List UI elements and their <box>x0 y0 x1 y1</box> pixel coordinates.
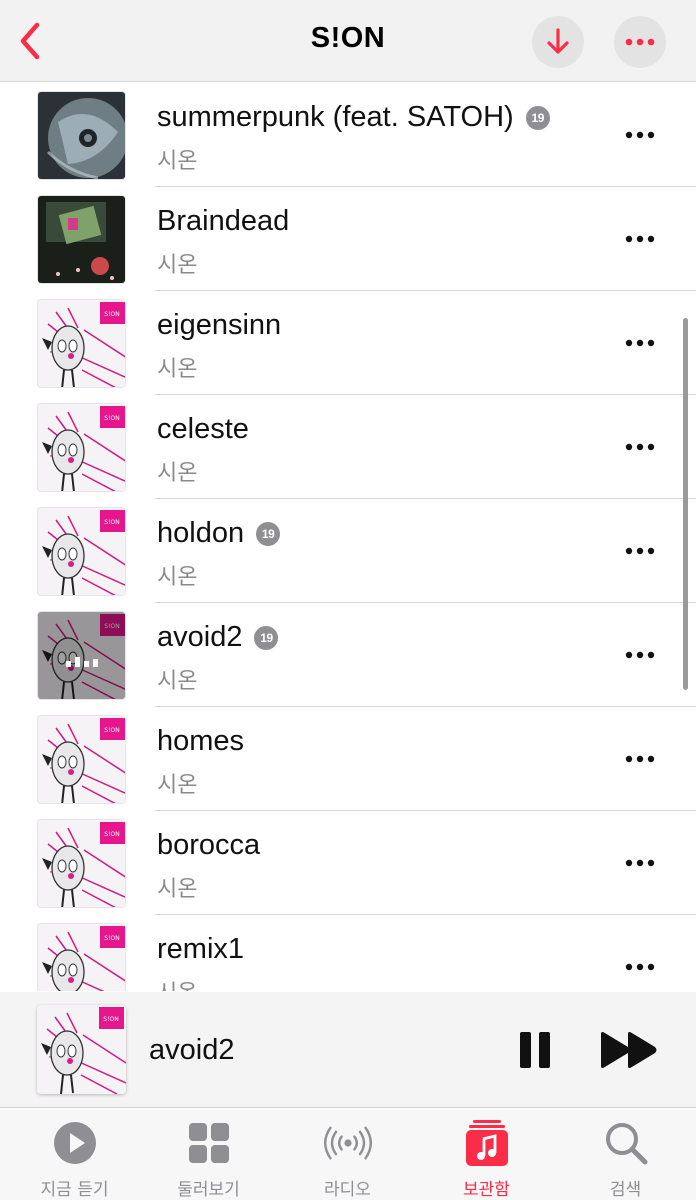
navigation-header: S!ON <box>0 0 696 82</box>
ellipsis-icon <box>625 235 655 243</box>
track-title: holdon 19 <box>157 517 281 550</box>
track-title: remix1 <box>157 933 245 965</box>
track-artwork <box>37 507 126 596</box>
tab-radio[interactable]: 라디오 <box>278 1109 417 1200</box>
tab-bar: 지금 듣기 둘러보기 라디오 보관함 검색 <box>0 1109 696 1200</box>
track-more-button[interactable] <box>616 533 664 569</box>
track-row[interactable]: celeste 시온 <box>0 395 696 499</box>
search-icon <box>602 1119 650 1167</box>
ellipsis-icon <box>625 547 655 555</box>
track-row[interactable]: homes 시온 <box>0 707 696 811</box>
track-row[interactable]: eigensinn 시온 <box>0 291 696 395</box>
track-title: Braindead <box>157 205 290 237</box>
track-row[interactable]: holdon 19 시온 <box>0 499 696 603</box>
track-more-button[interactable] <box>616 845 664 881</box>
track-title: avoid2 19 <box>157 621 279 654</box>
download-button[interactable] <box>532 16 584 68</box>
track-artist: 시온 <box>157 877 198 902</box>
tab-browse[interactable]: 둘러보기 <box>139 1109 278 1200</box>
ellipsis-icon <box>625 38 655 46</box>
track-list: summerpunk (feat. SATOH) 19 시온 Braindead <box>0 83 696 991</box>
tab-listen-now[interactable]: 지금 듣기 <box>5 1109 144 1200</box>
ellipsis-icon <box>625 755 655 763</box>
track-artwork <box>37 403 126 492</box>
track-more-button[interactable] <box>616 429 664 465</box>
tab-label: 라디오 <box>324 1180 371 1200</box>
pause-button[interactable] <box>515 1028 555 1072</box>
track-artist: 시온 <box>157 975 197 991</box>
track-more-button[interactable] <box>616 637 664 673</box>
track-title: homes <box>157 725 245 757</box>
forward-icon <box>601 1032 657 1068</box>
track-artist: 시온 <box>157 669 198 694</box>
track-artwork <box>37 715 126 804</box>
track-artist: 시온 <box>157 773 198 798</box>
track-more-button[interactable] <box>616 949 664 985</box>
mini-player-artwork <box>37 1005 126 1094</box>
mini-player-title: avoid2 <box>149 1034 235 1066</box>
explicit-badge: 19 <box>256 521 281 546</box>
track-row[interactable]: remix1 시온 <box>0 915 696 991</box>
tab-label: 보관함 <box>463 1180 510 1200</box>
ellipsis-icon <box>625 131 655 139</box>
grid-icon <box>185 1119 233 1167</box>
ellipsis-icon <box>625 859 655 867</box>
track-artist: 시온 <box>157 357 198 382</box>
track-artwork <box>37 91 126 180</box>
play-circle-icon <box>51 1119 99 1167</box>
pause-icon <box>520 1032 550 1068</box>
now-playing-equalizer-icon <box>66 657 98 667</box>
track-title: eigensinn <box>157 309 282 341</box>
tab-library[interactable]: 보관함 <box>417 1109 556 1200</box>
track-artist: 시온 <box>157 149 198 174</box>
track-artwork <box>37 611 126 700</box>
skip-forward-button[interactable] <box>598 1028 660 1072</box>
track-title: summerpunk (feat. SATOH) 19 <box>157 101 550 134</box>
track-artist: 시온 <box>157 253 198 278</box>
arrow-down-icon <box>547 28 569 54</box>
track-artist: 시온 <box>157 461 198 486</box>
track-more-button[interactable] <box>616 325 664 361</box>
library-icon <box>463 1119 511 1167</box>
track-row[interactable]: borocca 시온 <box>0 811 696 915</box>
mini-player[interactable]: avoid2 <box>0 992 696 1108</box>
track-more-button[interactable] <box>616 221 664 257</box>
track-row[interactable]: Braindead 시온 <box>0 187 696 291</box>
ellipsis-icon <box>625 339 655 347</box>
scrollbar[interactable] <box>683 318 688 690</box>
track-artwork <box>37 299 126 388</box>
track-row[interactable]: summerpunk (feat. SATOH) 19 시온 <box>0 83 696 187</box>
track-title: celeste <box>157 413 249 445</box>
radio-waves-icon <box>323 1119 372 1167</box>
track-title: borocca <box>157 829 261 861</box>
page-title: S!ON <box>310 22 386 54</box>
track-artwork <box>37 195 126 284</box>
track-artwork <box>37 923 126 991</box>
track-row-now-playing[interactable]: avoid2 19 시온 <box>0 603 696 707</box>
tab-label: 검색 <box>609 1180 642 1200</box>
track-artist: 시온 <box>157 565 198 590</box>
tab-label: 둘러보기 <box>177 1180 240 1200</box>
tab-label: 지금 듣기 <box>40 1180 109 1200</box>
explicit-badge: 19 <box>254 625 279 650</box>
track-more-button[interactable] <box>616 741 664 777</box>
more-options-button[interactable] <box>614 16 666 68</box>
ellipsis-icon <box>625 443 655 451</box>
ellipsis-icon <box>625 651 655 659</box>
ellipsis-icon <box>625 963 655 971</box>
explicit-badge: 19 <box>525 105 550 130</box>
track-artwork <box>37 819 126 908</box>
tab-search[interactable]: 검색 <box>556 1109 695 1200</box>
track-more-button[interactable] <box>616 117 664 153</box>
